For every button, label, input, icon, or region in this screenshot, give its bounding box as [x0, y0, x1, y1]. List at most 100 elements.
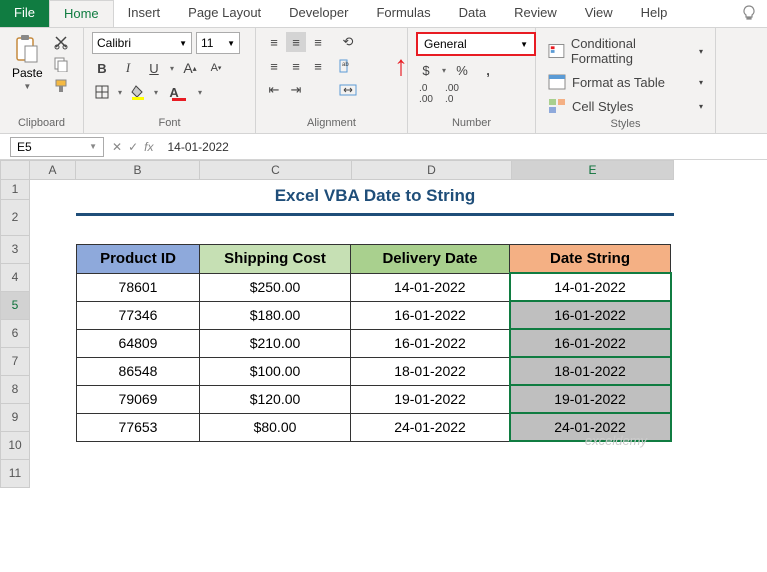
tab-home[interactable]: Home — [49, 0, 114, 27]
cell[interactable]: $120.00 — [200, 385, 351, 413]
tab-pagelayout[interactable]: Page Layout — [174, 0, 275, 27]
comma-icon[interactable]: , — [478, 60, 498, 80]
header-product-id[interactable]: Product ID — [77, 245, 200, 274]
row-header[interactable]: 9 — [0, 404, 30, 432]
row-header[interactable]: 4 — [0, 264, 30, 292]
select-all-corner[interactable] — [0, 160, 30, 180]
increase-decimal-icon[interactable]: .0.00 — [416, 84, 436, 104]
cell[interactable]: 16-01-2022 — [510, 301, 671, 329]
orientation-icon[interactable]: ⟲ — [338, 32, 358, 52]
format-painter-icon[interactable] — [53, 78, 69, 94]
row-header[interactable]: 5 — [0, 292, 30, 320]
row-header[interactable]: 6 — [0, 320, 30, 348]
cell[interactable]: 19-01-2022 — [510, 385, 671, 413]
tab-review[interactable]: Review — [500, 0, 571, 27]
cell[interactable]: $250.00 — [200, 273, 351, 301]
format-as-table-button[interactable]: Format as Table▾ — [544, 72, 707, 92]
group-alignment: ≡ ≡ ≡ ≡ ≡ ≡ ⇤ ⇥ ⟲ ab Alignment — [256, 28, 408, 133]
conditional-formatting-button[interactable]: Conditional Formatting▾ — [544, 34, 707, 68]
cell[interactable]: 78601 — [77, 273, 200, 301]
increase-font-icon[interactable]: A▴ — [180, 58, 200, 78]
cell[interactable]: 18-01-2022 — [351, 357, 510, 385]
tab-file[interactable]: File — [0, 0, 49, 27]
header-shipping-cost[interactable]: Shipping Cost — [200, 245, 351, 274]
cell[interactable]: $180.00 — [200, 301, 351, 329]
cell[interactable]: 18-01-2022 — [510, 357, 671, 385]
col-header-a[interactable]: A — [30, 160, 76, 180]
row-header[interactable]: 2 — [0, 200, 30, 236]
callout-arrow-icon: ↑ — [394, 50, 408, 82]
align-right-icon[interactable]: ≡ — [308, 56, 328, 76]
cell[interactable]: 77346 — [77, 301, 200, 329]
cell[interactable]: 86548 — [77, 357, 200, 385]
merge-center-icon[interactable] — [338, 80, 358, 100]
increase-indent-icon[interactable]: ⇥ — [286, 80, 306, 100]
col-header-b[interactable]: B — [76, 160, 200, 180]
active-cell[interactable]: 14-01-2022 — [510, 273, 671, 301]
tab-help[interactable]: Help — [627, 0, 682, 27]
svg-text:ab: ab — [342, 62, 349, 68]
formula-input[interactable]: 14-01-2022 — [161, 140, 767, 154]
currency-icon[interactable]: $ — [416, 60, 436, 80]
tell-me-icon[interactable] — [731, 0, 767, 27]
fill-color-icon[interactable] — [128, 82, 148, 102]
bold-button[interactable]: B — [92, 58, 112, 78]
percent-icon[interactable]: % — [452, 60, 472, 80]
row-header[interactable]: 7 — [0, 348, 30, 376]
cell[interactable]: 64809 — [77, 329, 200, 357]
decrease-indent-icon[interactable]: ⇤ — [264, 80, 284, 100]
font-name-select[interactable]: Calibri▼ — [92, 32, 192, 54]
row-header[interactable]: 10 — [0, 432, 30, 460]
ribbon-body: Paste ▼ Clipboard Calibri▼ 11▼ B I U ▾ A… — [0, 28, 767, 134]
cell[interactable]: 24-01-2022 — [351, 413, 510, 441]
spreadsheet-grid[interactable]: A B C D E 1 2 3 4 5 6 7 8 9 10 11 Excel … — [0, 160, 767, 488]
align-middle-icon[interactable]: ≡ — [286, 32, 306, 52]
header-delivery-date[interactable]: Delivery Date — [351, 245, 510, 274]
align-top-icon[interactable]: ≡ — [264, 32, 284, 52]
decrease-decimal-icon[interactable]: .00.0 — [442, 84, 462, 104]
header-date-string[interactable]: Date String — [510, 245, 671, 274]
underline-button[interactable]: U — [144, 58, 164, 78]
cut-icon[interactable] — [53, 34, 69, 50]
cell[interactable]: 16-01-2022 — [510, 329, 671, 357]
cell[interactable]: $100.00 — [200, 357, 351, 385]
number-format-select[interactable]: General▼ — [416, 32, 536, 56]
paste-button[interactable]: Paste ▼ — [8, 32, 47, 94]
fx-icon[interactable]: fx — [144, 140, 153, 154]
sheet-title[interactable]: Excel VBA Date to String — [76, 180, 674, 216]
cell[interactable]: 14-01-2022 — [351, 273, 510, 301]
tab-view[interactable]: View — [571, 0, 627, 27]
cell[interactable]: $210.00 — [200, 329, 351, 357]
wrap-text-icon[interactable]: ab — [338, 56, 358, 76]
italic-button[interactable]: I — [118, 58, 138, 78]
col-header-e[interactable]: E — [512, 160, 674, 180]
cell[interactable]: 16-01-2022 — [351, 329, 510, 357]
font-size-select[interactable]: 11▼ — [196, 32, 240, 54]
tab-formulas[interactable]: Formulas — [362, 0, 444, 27]
row-header[interactable]: 11 — [0, 460, 30, 488]
cell-styles-button[interactable]: Cell Styles▾ — [544, 96, 707, 116]
cell[interactable]: 16-01-2022 — [351, 301, 510, 329]
tab-data[interactable]: Data — [445, 0, 500, 27]
group-font: Calibri▼ 11▼ B I U ▾ A▴ A▾ ▾ ▾ A ▾ Font — [84, 28, 256, 133]
cell[interactable]: 77653 — [77, 413, 200, 441]
align-left-icon[interactable]: ≡ — [264, 56, 284, 76]
copy-icon[interactable] — [53, 56, 69, 72]
cancel-formula-icon[interactable]: ✕ — [112, 140, 122, 154]
col-header-c[interactable]: C — [200, 160, 352, 180]
tab-insert[interactable]: Insert — [114, 0, 175, 27]
row-header[interactable]: 3 — [0, 236, 30, 264]
borders-icon[interactable] — [92, 82, 112, 102]
row-header[interactable]: 8 — [0, 376, 30, 404]
cell[interactable]: 19-01-2022 — [351, 385, 510, 413]
tab-developer[interactable]: Developer — [275, 0, 362, 27]
cell[interactable]: $80.00 — [200, 413, 351, 441]
cell[interactable]: 79069 — [77, 385, 200, 413]
align-bottom-icon[interactable]: ≡ — [308, 32, 328, 52]
enter-formula-icon[interactable]: ✓ — [128, 140, 138, 154]
col-header-d[interactable]: D — [352, 160, 512, 180]
align-center-icon[interactable]: ≡ — [286, 56, 306, 76]
row-header[interactable]: 1 — [0, 180, 30, 200]
name-box[interactable]: E5▼ — [10, 137, 104, 157]
decrease-font-icon[interactable]: A▾ — [206, 58, 226, 78]
